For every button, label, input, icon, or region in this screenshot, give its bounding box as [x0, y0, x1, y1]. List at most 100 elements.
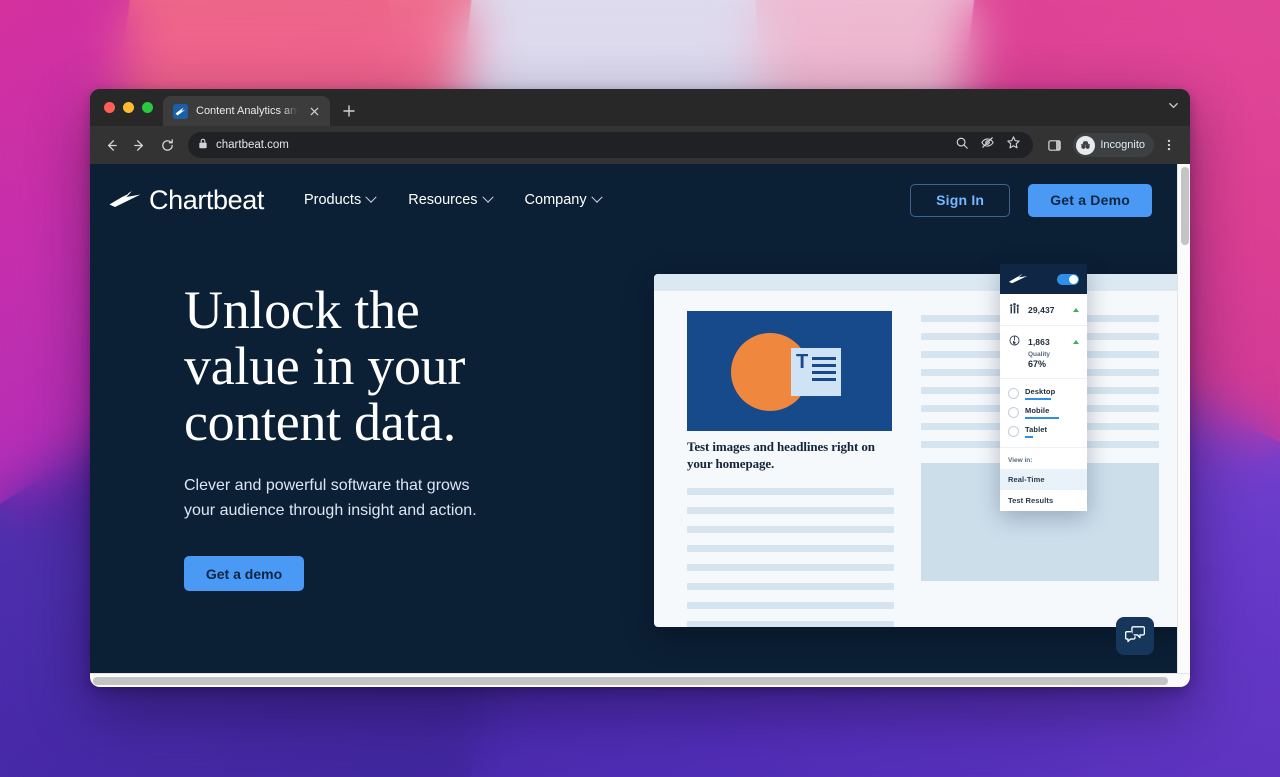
search-icon[interactable]: [955, 136, 969, 155]
incognito-avatar-icon: [1076, 135, 1096, 155]
tab-strip: Content Analytics and Insights: [90, 89, 1190, 126]
device-radio-icon: [1008, 407, 1019, 418]
product-mock-wrapper: T Test images and headlines right on you…: [654, 264, 1184, 627]
bookmark-star-icon[interactable]: [1006, 135, 1021, 155]
device-row-desktop[interactable]: Desktop: [1000, 384, 1087, 403]
horizontal-scrollbar[interactable]: [90, 673, 1190, 687]
view-option-test-results[interactable]: Test Results: [1000, 490, 1087, 511]
device-radio-icon: [1008, 388, 1019, 399]
device-row-mobile[interactable]: Mobile: [1000, 403, 1087, 422]
omnibox-actions: [955, 135, 1023, 155]
skeleton-bar: [687, 526, 894, 534]
skeleton-bar: [687, 583, 894, 591]
illustration-line: [812, 357, 836, 360]
illustration-line: [812, 371, 836, 374]
window-controls: [100, 89, 163, 126]
widget-toggle[interactable]: [1057, 273, 1079, 285]
widget-divider: [1000, 447, 1087, 448]
browser-tab[interactable]: Content Analytics and Insights: [163, 96, 330, 126]
product-mock-screenshot: T Test images and headlines right on you…: [654, 274, 1184, 627]
skeleton-bar: [687, 545, 894, 553]
chevron-down-icon[interactable]: [1167, 99, 1180, 117]
nav-label-resources: Resources: [408, 192, 478, 208]
lock-icon: [198, 136, 208, 154]
vertical-scrollbar-thumb[interactable]: [1180, 167, 1189, 245]
hero-copy: Unlock the value in your content data. C…: [184, 236, 564, 627]
logo-wordmark: Chartbeat: [149, 184, 264, 215]
quality-label: Quality: [1028, 351, 1051, 358]
nav-label-company: Company: [524, 192, 587, 208]
tabstrip-right-controls: [1167, 89, 1190, 126]
skeleton-bar: [687, 507, 894, 515]
sign-in-button[interactable]: Sign In: [910, 183, 1011, 217]
trend-up-arrow-icon: [1073, 339, 1079, 344]
mock-left-column: T Test images and headlines right on you…: [687, 311, 894, 627]
quality-value: 67%: [1028, 359, 1047, 369]
headline-test-illustration: T: [687, 311, 892, 431]
browser-toolbar: chartbeat.com Incognito: [90, 126, 1190, 164]
hero-title-line-3: content data.: [184, 392, 456, 453]
chartbeat-swoosh-icon: [108, 188, 142, 213]
engagement-gauge-icon: [1008, 334, 1021, 349]
mock-caption: Test images and headlines right on your …: [687, 439, 875, 471]
minimize-window-button[interactable]: [123, 102, 134, 113]
nav-item-resources[interactable]: Resources: [408, 191, 494, 208]
nav-item-company[interactable]: Company: [524, 191, 603, 208]
header-actions: Sign In Get a Demo: [910, 183, 1152, 217]
mock-skeleton-left: [687, 488, 894, 627]
hero-subtitle: Clever and powerful software that grows …: [184, 477, 477, 520]
page-title: Unlock the value in your content data.: [184, 282, 564, 450]
horizontal-scrollbar-thumb[interactable]: [93, 677, 1168, 685]
hero-section: Unlock the value in your content data. C…: [90, 236, 1184, 627]
nav-label-products: Products: [303, 192, 362, 208]
widget-header: [1000, 264, 1087, 294]
main-nav: Products Resources Company: [303, 191, 603, 208]
back-button[interactable]: [98, 132, 124, 158]
chartbeat-logo[interactable]: Chartbeat: [108, 185, 264, 216]
widget-metric-concurrents: 29,437: [1000, 294, 1087, 326]
forward-button[interactable]: [126, 132, 152, 158]
web-page: Chartbeat Products Resources Company Sig…: [90, 164, 1190, 673]
browser-menu-button[interactable]: [1156, 132, 1182, 158]
address-bar[interactable]: chartbeat.com: [188, 132, 1034, 158]
chevron-down-icon: [590, 191, 603, 203]
eye-slash-icon[interactable]: [980, 135, 995, 155]
device-bar-desktop: [1025, 398, 1051, 400]
profile-label: Incognito: [1100, 139, 1145, 151]
skeleton-bar: [687, 621, 894, 627]
vertical-scrollbar[interactable]: [1177, 164, 1190, 673]
browser-viewport: Chartbeat Products Resources Company Sig…: [90, 164, 1190, 687]
device-row-tablet[interactable]: Tablet: [1000, 422, 1087, 441]
chevron-down-icon: [365, 191, 377, 203]
chartbeat-swoosh-icon: [1008, 272, 1028, 286]
get-a-demo-button[interactable]: Get a Demo: [1028, 183, 1152, 217]
hero-title-line-2: value in your: [184, 336, 466, 397]
skeleton-bar: [687, 488, 894, 496]
device-bar-tablet: [1025, 436, 1033, 438]
device-label-mobile: Mobile: [1025, 406, 1050, 415]
skeleton-bar: [687, 602, 894, 610]
maximize-window-button[interactable]: [142, 102, 153, 113]
concurrents-value: 29,437: [1028, 304, 1055, 315]
site-header: Chartbeat Products Resources Company Sig…: [90, 164, 1177, 236]
hero-get-demo-button[interactable]: Get a demo: [184, 556, 304, 592]
close-window-button[interactable]: [104, 102, 115, 113]
incognito-profile-button[interactable]: Incognito: [1073, 133, 1154, 157]
device-label-tablet: Tablet: [1025, 425, 1048, 434]
illustration-letter: T: [796, 351, 809, 373]
new-tab-button[interactable]: [336, 98, 362, 124]
skeleton-bar: [687, 564, 894, 572]
engagement-value: 1,863: [1028, 336, 1050, 347]
illustration-text-card: T: [791, 348, 841, 396]
widget-devices-section: Desktop Mobile Tablet: [1000, 379, 1087, 450]
device-radio-icon: [1008, 426, 1019, 437]
reload-button[interactable]: [154, 132, 180, 158]
browser-window: Content Analytics and Insights: [90, 89, 1190, 687]
close-tab-icon[interactable]: [306, 103, 322, 119]
view-option-real-time[interactable]: Real-Time: [1000, 469, 1087, 490]
nav-item-products[interactable]: Products: [303, 191, 377, 208]
device-bar-mobile: [1025, 417, 1059, 419]
url-text: chartbeat.com: [216, 139, 289, 151]
chat-widget-button[interactable]: [1116, 617, 1154, 655]
side-panel-icon[interactable]: [1041, 132, 1067, 158]
